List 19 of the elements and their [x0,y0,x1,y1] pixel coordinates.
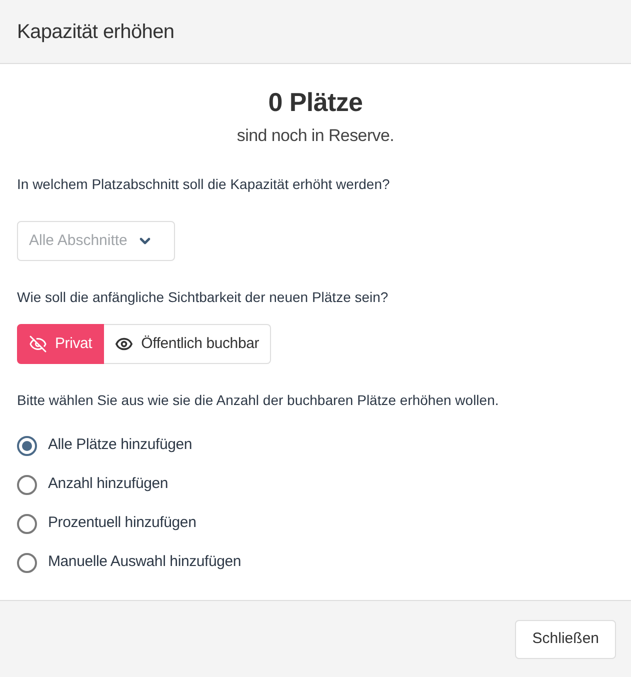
visibility-toggle[interactable]: Privat [17,324,104,364]
reserve-count: 0 Plätze [268,86,363,118]
radio-option[interactable]: Manuelle Auswahl hinzufügen [17,543,242,582]
eye-slash-icon [29,335,47,353]
radio-button[interactable] [17,552,37,572]
question-text: In welchem Platzabschnitt soll die Kapazität erhöht werden? [17,175,390,194]
question-text: Wie soll die anfängliche Sichtbarkeit der neuen Plätze sein? [17,288,388,307]
eye-icon [115,335,134,353]
radio-button[interactable] [17,436,37,456]
radio-option[interactable]: Prozentuell hinzufügen [17,504,196,543]
radio-option[interactable]: Anzahl hinzufügen [17,465,168,504]
visibility-toggle[interactable]: Öffentlich buchbar [104,324,272,364]
radio-button[interactable] [17,474,37,494]
reserve-caption: sind noch in Reserve. [236,125,394,147]
close-button[interactable]: Schließen [515,620,616,658]
question-text: Bitte wählen Sie aus wie sie die Anzahl der buchbaren Plätze erhöhen wollen. [17,391,499,410]
dialog-title: Kapazität erhöhen [17,20,174,44]
radio-button[interactable] [17,514,37,534]
radio-option[interactable]: Alle Plätze hinzufügen [17,426,192,465]
